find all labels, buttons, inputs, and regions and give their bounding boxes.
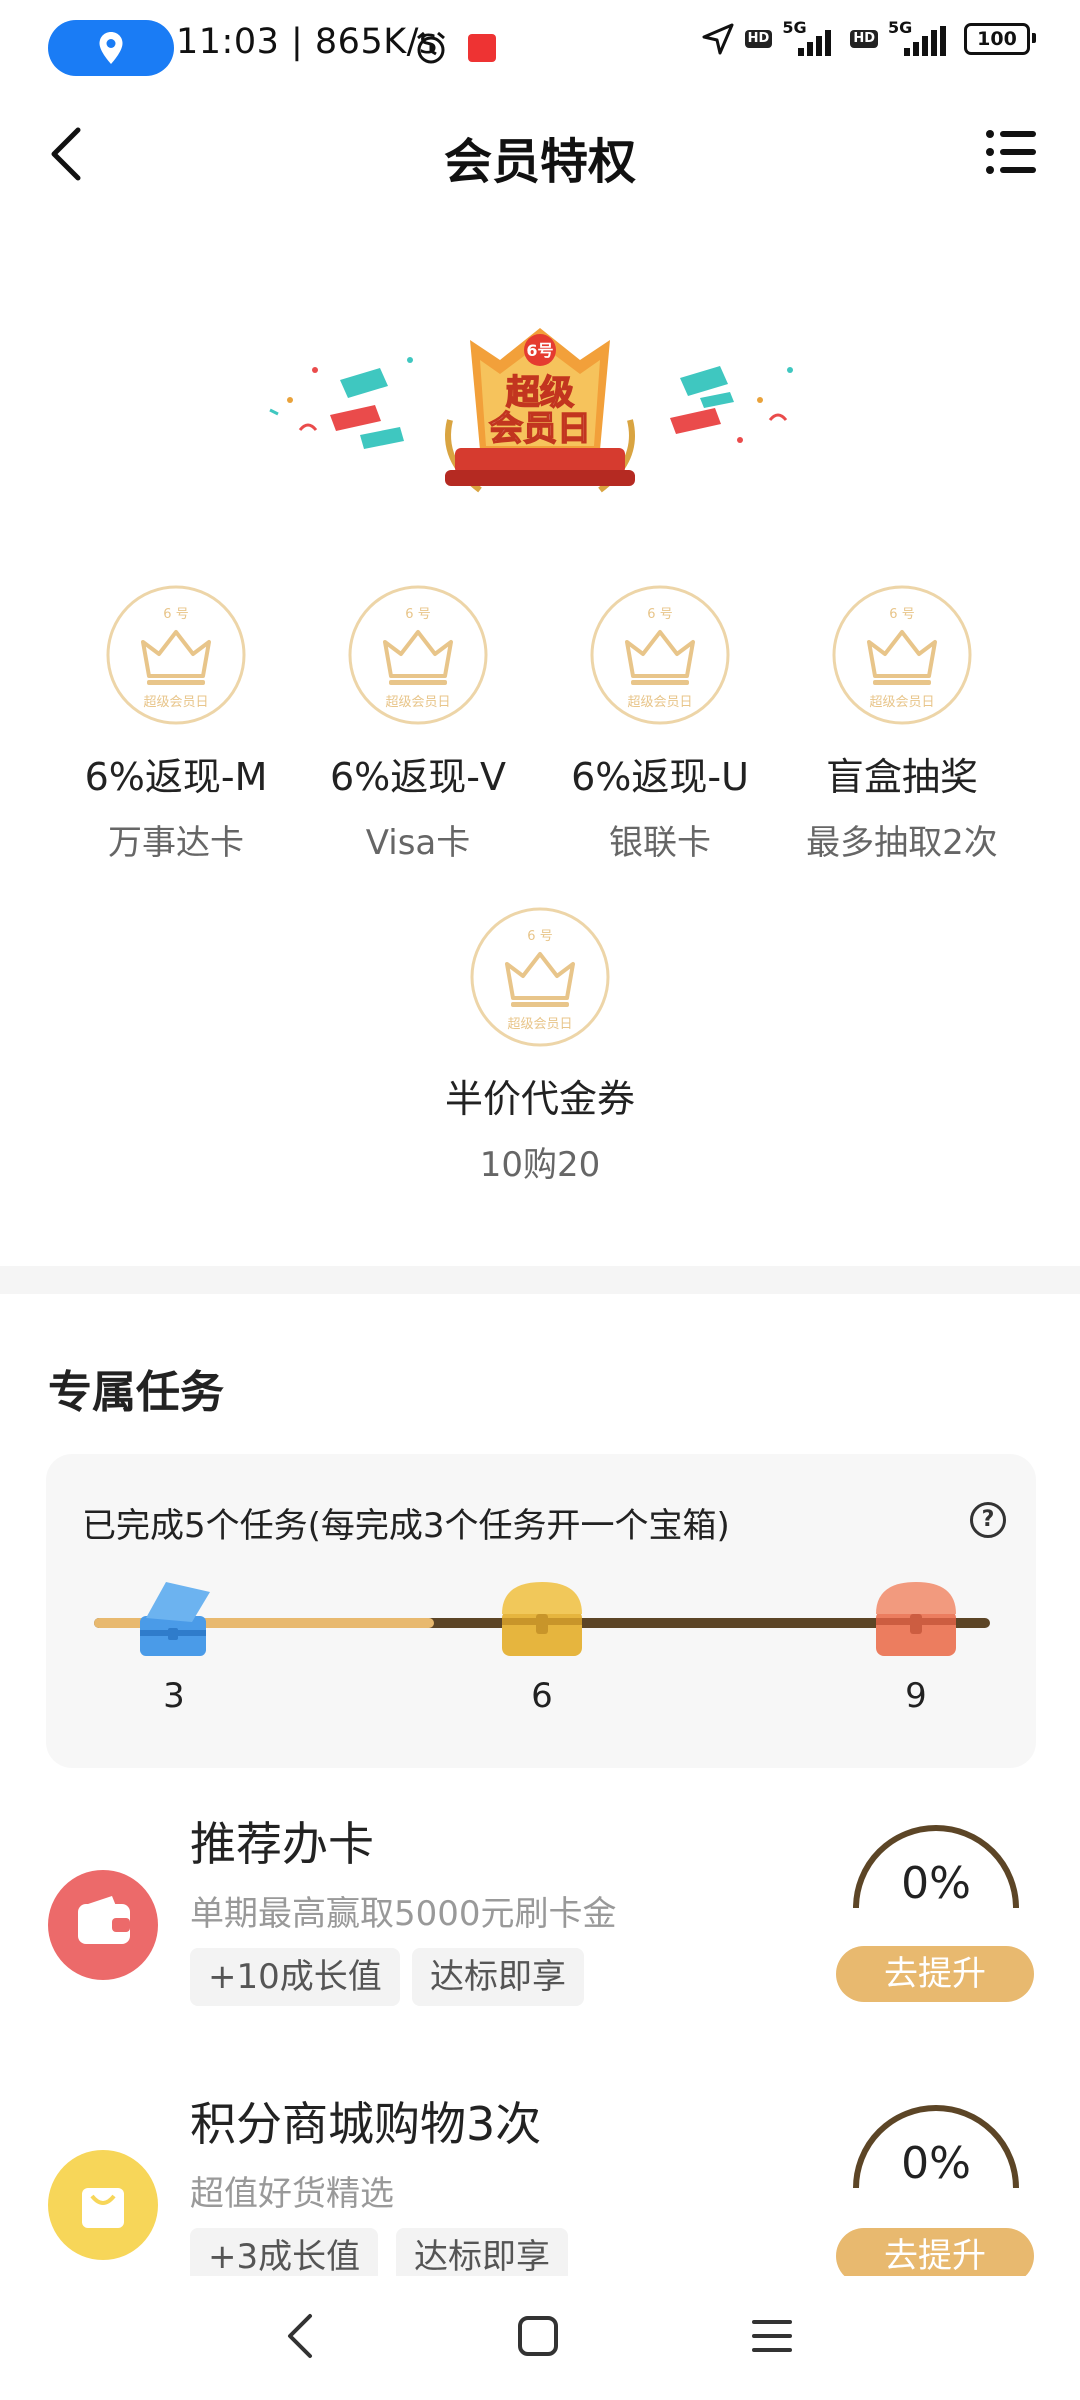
svg-text:6 号: 6 号 (163, 607, 188, 622)
milestone-label-6: 6 (531, 1676, 553, 1716)
signal-icon-2: 5G (888, 18, 954, 56)
svg-text:超级会员日: 超级会员日 (385, 695, 450, 710)
progress-percent: 0% (901, 2138, 971, 2189)
progress-percent: 0% (901, 1858, 971, 1909)
milestone-label-9: 9 (905, 1676, 927, 1716)
crown-medal-icon: 6 号超级会员日 (832, 585, 972, 725)
privilege-name: 6%返现-V (330, 755, 506, 799)
privilege-item-coupon[interactable]: 6 号超级会员日半价代金券 10购20 (420, 906, 660, 1186)
crown-medal-icon: 6 号超级会员日 (590, 585, 730, 725)
improve-button[interactable]: 去提升 (836, 1946, 1034, 2002)
privilege-name: 半价代金券 (444, 1077, 635, 1121)
section-title-tasks: 专属任务 (48, 1367, 224, 1418)
privilege-desc: 银联卡 (609, 823, 711, 863)
shopping-bag-icon (48, 2150, 158, 2260)
section-divider (0, 1266, 1080, 1294)
location-indicator[interactable] (48, 20, 174, 76)
privilege-desc: 10购20 (479, 1145, 601, 1185)
system-navigation-bar (0, 2276, 1080, 2400)
confetti-left (269, 357, 413, 449)
privilege-desc: 最多抽取2次 (806, 823, 998, 863)
crown-medal-icon: 6 号超级会员日 (106, 585, 246, 725)
svg-text:6 号: 6 号 (889, 607, 914, 622)
task-title: 推荐办卡 (190, 1817, 374, 1871)
privilege-name: 6%返现-M (84, 755, 268, 799)
nav-bar: 会员特权 (0, 96, 1080, 206)
task-tag-growth: +10成长值 (190, 1948, 400, 2006)
privilege-desc: Visa卡 (365, 823, 471, 863)
battery-icon: 100 (964, 23, 1036, 55)
svg-text:超级会员日: 超级会员日 (507, 1017, 572, 1032)
confetti-right (670, 366, 793, 443)
alarm-icon (417, 31, 445, 64)
treasure-chest-icon-9[interactable] (868, 1574, 964, 1664)
task-tag-reward: 达标即享 (412, 1948, 584, 2006)
wallet-icon (48, 1870, 158, 1980)
privilege-item-mastercard[interactable]: 6 号超级会员日 6%返现-M 万事达卡 (56, 584, 296, 864)
location-icon (99, 32, 123, 64)
task-summary-text: 已完成5个任务(每完成3个任务开一个宝箱) (82, 1506, 730, 1546)
hd-badge-2: HD (850, 30, 878, 48)
hd-badge: HD (744, 30, 773, 48)
back-icon[interactable] (272, 2306, 332, 2366)
svg-text:会员日: 会员日 (489, 409, 591, 449)
task-item-recommend-card[interactable]: 推荐办卡 单期最高赢取5000元刷卡金 +10成长值 达标即享 0% 去提升 (0, 1808, 1080, 2068)
svg-text:6号: 6号 (526, 341, 553, 360)
status-bar: 11:03 | 865K/s HD 5G HD 5G 100 (0, 0, 1080, 96)
treasure-chest-icon-6[interactable] (494, 1574, 590, 1664)
signal-icon: 5G (782, 18, 840, 56)
task-progress-card: 已完成5个任务(每完成3个任务开一个宝箱) ? 3 6 9 (46, 1454, 1036, 1768)
privilege-item-unionpay[interactable]: 6 号超级会员日 6%返现-U 银联卡 (540, 584, 780, 864)
list-menu-icon[interactable] (982, 124, 1042, 180)
task-subtitle: 超值好货精选 (190, 2174, 394, 2214)
svg-text:超级会员日: 超级会员日 (143, 695, 208, 710)
privilege-item-visa[interactable]: 6 号超级会员日 6%返现-V Visa卡 (298, 584, 538, 864)
recents-icon[interactable] (742, 2306, 802, 2366)
svg-text:超级会员日: 超级会员日 (627, 695, 692, 710)
crown-medal-icon: 6 号超级会员日 (470, 907, 610, 1047)
status-time-speed: 11:03 | 865K/s (176, 22, 438, 62)
home-icon[interactable] (508, 2306, 568, 2366)
page-title: 会员特权 (443, 134, 636, 190)
svg-text:6 号: 6 号 (647, 607, 672, 622)
svg-text:6 号: 6 号 (527, 929, 552, 944)
svg-text:超级: 超级 (506, 373, 574, 413)
super-member-day-banner: 6号 超级 会员日 (260, 300, 820, 510)
privilege-name: 6%返现-U (571, 755, 749, 799)
navigation-arrow-icon (702, 23, 734, 55)
app-notification-icon (468, 34, 496, 62)
privilege-name: 盲盒抽奖 (825, 755, 978, 799)
privilege-item-blind-box[interactable]: 6 号超级会员日盲盒抽奖最多抽取2次 (782, 584, 1022, 864)
svg-text:6 号: 6 号 (405, 607, 430, 622)
crown-medal-icon: 6 号超级会员日 (348, 585, 488, 725)
milestone-label-3: 3 (163, 1676, 185, 1716)
svg-text:超级会员日: 超级会员日 (869, 695, 934, 710)
help-icon[interactable]: ? (970, 1502, 1006, 1538)
task-title: 积分商城购物3次 (190, 2097, 542, 2151)
task-subtitle: 单期最高赢取5000元刷卡金 (190, 1894, 617, 1934)
privilege-desc: 万事达卡 (108, 823, 244, 863)
treasure-chest-icon-3[interactable] (126, 1574, 222, 1664)
status-icons: HD 5G HD 5G 100 (701, 18, 1036, 56)
